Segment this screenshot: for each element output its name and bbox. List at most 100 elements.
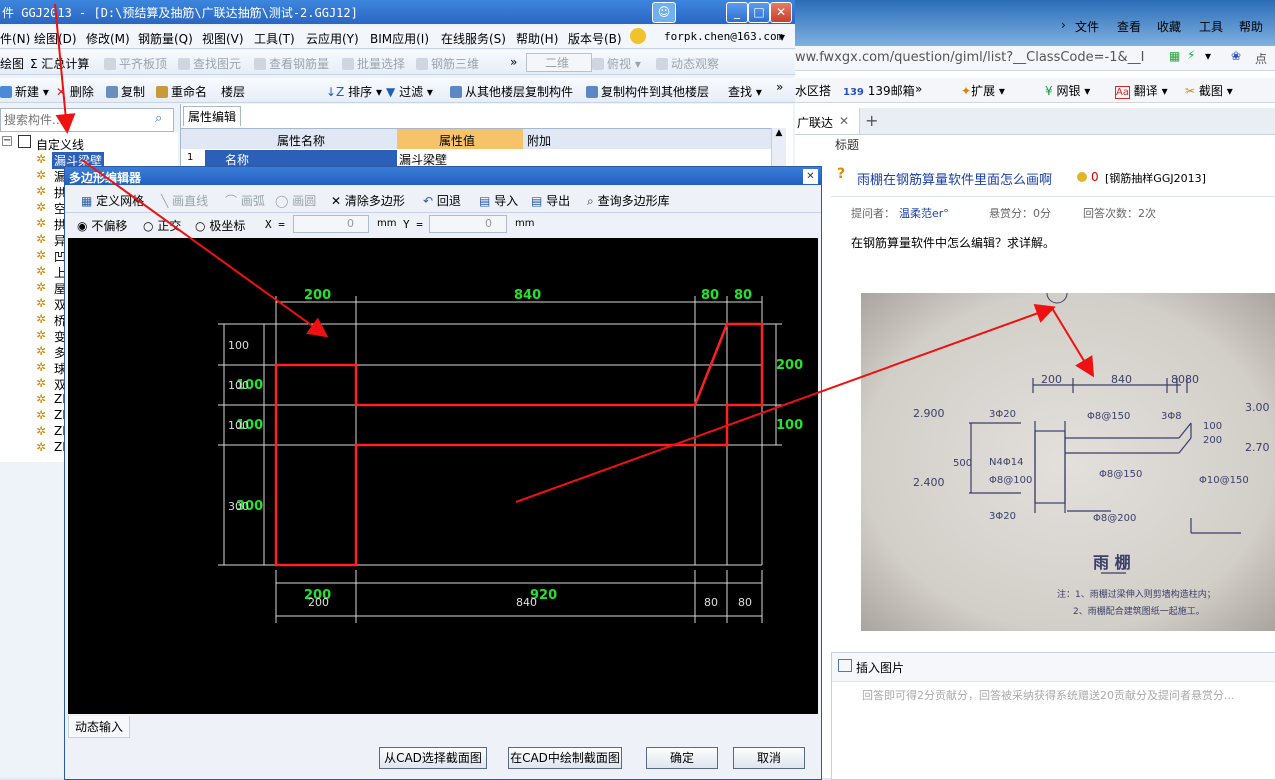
draw-arc-button[interactable]: ⌒ 画弧	[225, 192, 265, 209]
copy-button[interactable]: 复制	[106, 83, 145, 100]
menu-help-browser[interactable]: 帮助	[1239, 18, 1263, 35]
menu-favorites[interactable]: 收藏	[1157, 18, 1181, 35]
more-chevron-icon-2[interactable]: »	[776, 80, 783, 94]
ok-button[interactable]: 确定	[646, 747, 718, 769]
view-rebar-button[interactable]: 查看钢筋量	[254, 55, 329, 72]
question-tag[interactable]: [钢筋抽样GGJ2013]	[1105, 170, 1206, 186]
question-photo[interactable]: 200 840 8080 2.900 2.400 3.00 2.70 500 1…	[861, 293, 1275, 631]
answer-input[interactable]: 回答即可得2分贡献分，回答被采纳获得系统赠送20贡献分及提问者悬赏分...	[862, 687, 1234, 703]
screenshot-button[interactable]: ✂ 截图 ▾	[1185, 82, 1233, 99]
lightning-icon[interactable]: ⚡	[1187, 48, 1195, 62]
find-element-button[interactable]: 查找图元	[178, 55, 241, 72]
rename-button[interactable]: 重命名	[156, 83, 207, 100]
tab-active[interactable]: 广联达 ✕	[795, 108, 860, 134]
chevron-down-icon-browser[interactable]: ▾	[1205, 49, 1211, 63]
search-icon[interactable]: ⌕	[155, 111, 162, 126]
avatar-icon[interactable]	[630, 28, 646, 44]
draw-line-button[interactable]: ╲ 画直线	[161, 192, 208, 209]
insert-image-button[interactable]: 插入图片	[856, 659, 904, 676]
copy-from-floor-button[interactable]: 从其他楼层复制构件	[450, 83, 573, 100]
x-input[interactable]: 0	[293, 215, 369, 233]
new-tab-icon[interactable]: +	[865, 111, 878, 130]
qr-icon[interactable]: ▦	[1169, 49, 1180, 63]
undo-button[interactable]: ↶ 回退	[423, 192, 461, 209]
tree-root-label[interactable]: 自定义线	[36, 136, 84, 153]
import-button[interactable]: ▤ 导入	[479, 192, 518, 209]
cancel-button[interactable]: 取消	[733, 747, 805, 769]
drawing-canvas[interactable]: 200 840 80 80 200 100 200 920 100 100 30…	[68, 238, 818, 714]
radio-no-offset[interactable]: ◉ 不偏移	[77, 217, 127, 234]
collapse-icon[interactable]: −	[2, 136, 12, 146]
draw-circle-button[interactable]: ◯ 画圆	[275, 192, 316, 209]
chevron-down-icon[interactable]: ▾	[779, 30, 785, 44]
define-grid-button[interactable]: ▦ 定义网格	[81, 192, 144, 209]
menu-version[interactable]: 版本号(B)	[568, 30, 622, 47]
export-button[interactable]: ▤ 导出	[531, 192, 570, 209]
find-button[interactable]: 查找 ▾	[728, 83, 762, 100]
bookmark-2[interactable]: 139 139邮箱	[843, 82, 915, 99]
menu-cloud[interactable]: 云应用(Y)	[306, 30, 359, 47]
chevron-right-icon[interactable]: ›	[1061, 18, 1066, 32]
copy-to-floor-button[interactable]: 复制构件到其他楼层	[586, 83, 709, 100]
bank-label: 网银	[1056, 84, 1081, 98]
component-search-input[interactable]	[2, 110, 151, 130]
clear-polygon-button[interactable]: ✕ 清除多边形	[331, 192, 405, 209]
menu-online[interactable]: 在线服务(S)	[441, 30, 506, 47]
address-bar[interactable]: ww.fwxgx.com/question/giml/list?__ClassC…	[795, 46, 1275, 71]
sort-button[interactable]: ↓Z 排序 ▾	[326, 83, 382, 100]
menu-bim[interactable]: BIM应用(I)	[370, 30, 429, 47]
props-scrollbar[interactable]: ▲	[771, 128, 786, 166]
menu-tools-browser[interactable]: 工具	[1199, 18, 1223, 35]
select-from-cad-button[interactable]: 从CAD选择截面图	[379, 747, 487, 769]
props-row[interactable]: 1 名称 漏斗梁壁	[181, 150, 777, 167]
menu-file[interactable]: 件(N)	[0, 30, 30, 47]
maximize-button[interactable]: □	[748, 2, 770, 23]
view-mode-select[interactable]: 二维	[526, 53, 593, 72]
close-button[interactable]: ✕	[770, 2, 792, 23]
filter-button[interactable]: ▼ 过滤 ▾	[386, 83, 433, 100]
radio-orthogonal[interactable]: ○ 正交	[143, 217, 181, 234]
menu-rebar-qty[interactable]: 钢筋量(Q)	[138, 30, 193, 47]
delete-button[interactable]: ✕ 删除	[56, 83, 94, 100]
bank-button[interactable]: ¥ 网银 ▾	[1045, 82, 1090, 99]
asker-name[interactable]: 温柔范er°	[899, 205, 949, 221]
extensions-button[interactable]: ✦扩展 ▾	[961, 82, 1005, 99]
menu-draw[interactable]: 绘图(D)	[34, 30, 77, 47]
menu-view-browser[interactable]: 查看	[1117, 18, 1141, 35]
tab-close-icon[interactable]: ✕	[839, 114, 849, 128]
menu-tools[interactable]: 工具(T)	[254, 30, 295, 47]
batch-select-button[interactable]: 批量选择	[342, 55, 405, 72]
draw-in-cad-button[interactable]: 在CAD中绘制截面图	[508, 747, 622, 769]
question-title[interactable]: 雨棚在钢筋算量软件里面怎么画啊	[857, 169, 1052, 188]
translate-button[interactable]: Aa 翻译 ▾	[1115, 82, 1168, 99]
align-slab-button[interactable]: 平齐板顶	[104, 55, 167, 72]
more-chevron-icon[interactable]: »	[510, 55, 517, 69]
more-chevron-icon-3[interactable]: »	[915, 82, 922, 96]
y-input[interactable]: 0	[429, 215, 507, 233]
minimize-button[interactable]: _	[726, 2, 748, 23]
top-view-button[interactable]: 俯视 ▾	[592, 55, 641, 72]
menu-file-browser[interactable]: 文件	[1075, 18, 1099, 35]
search-hint[interactable]: 点	[1255, 50, 1267, 67]
dynamic-input-tab[interactable]: 动态输入	[68, 716, 824, 738]
url-text[interactable]: ww.fwxgx.com/question/giml/list?__ClassC…	[795, 50, 1167, 65]
query-polygon-lib-button[interactable]: ⌕ 查询多边形库	[587, 192, 670, 209]
new-button[interactable]: 新建 ▾	[0, 83, 49, 100]
draw-button[interactable]: 绘图	[0, 55, 24, 72]
menu-help[interactable]: 帮助(H)	[516, 30, 558, 47]
dialog-close-button[interactable]: ✕	[803, 169, 818, 184]
rebar-3d-label: 钢筋三维	[431, 57, 480, 71]
dim-white-left-100b: 100	[228, 379, 249, 392]
help-icon[interactable]: ☺	[652, 2, 676, 23]
account-label[interactable]: forpk.chen@163.com	[664, 30, 783, 43]
radio-polar[interactable]: ○ 极坐标	[195, 217, 245, 234]
tab-properties[interactable]: 属性编辑	[183, 106, 242, 126]
dynamic-view-button[interactable]: 动态观察	[656, 55, 719, 72]
summary-calc-button[interactable]: Σ 汇总计算	[30, 55, 89, 72]
paw-icon[interactable]: ❀	[1231, 49, 1241, 63]
menu-view[interactable]: 视图(V)	[202, 30, 244, 47]
bookmark-1[interactable]: 水区搭	[795, 82, 831, 99]
menu-modify[interactable]: 修改(M)	[86, 30, 130, 47]
rebar-3d-button[interactable]: 钢筋三维	[416, 55, 479, 72]
tab-title: 广联达	[797, 116, 834, 130]
